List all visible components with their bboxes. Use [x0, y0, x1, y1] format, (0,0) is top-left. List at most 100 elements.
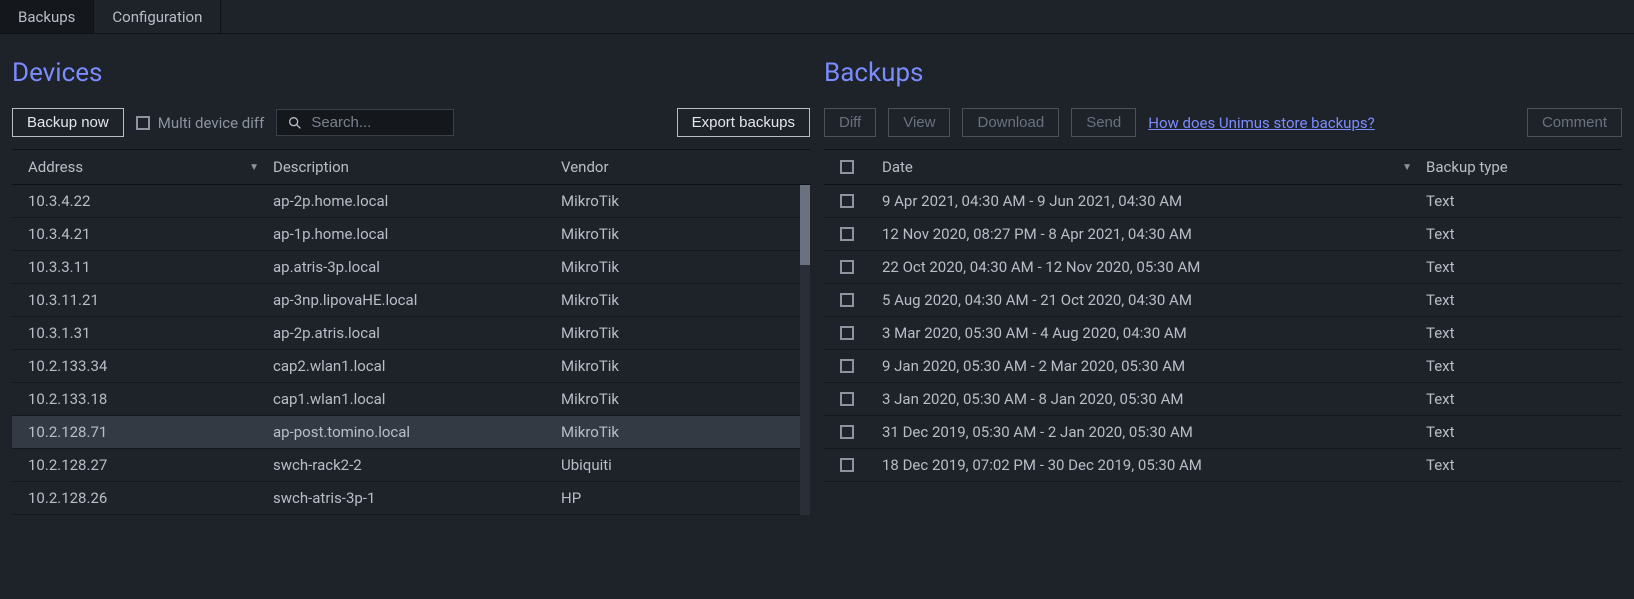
- tab-configuration[interactable]: Configuration: [94, 0, 221, 33]
- sort-indicator-icon: ▼: [249, 162, 259, 173]
- cell-address: 10.3.3.11: [28, 258, 273, 276]
- view-button[interactable]: View: [888, 108, 950, 137]
- table-row[interactable]: 31 Dec 2019, 05:30 AM - 2 Jan 2020, 05:3…: [824, 416, 1622, 449]
- table-row[interactable]: 10.2.128.26swch-atris-3p-1HP: [12, 482, 810, 515]
- col-date[interactable]: Date: [882, 158, 913, 176]
- sort-indicator-icon: ▼: [1402, 162, 1412, 173]
- table-row[interactable]: 10.3.3.11ap.atris-3p.localMikroTik: [12, 251, 810, 284]
- cell-address: 10.3.4.22: [28, 192, 273, 210]
- row-checkbox[interactable]: [840, 392, 854, 406]
- cell-address: 10.3.11.21: [28, 291, 273, 309]
- cell-vendor: MikroTik: [561, 225, 794, 243]
- cell-address: 10.3.1.31: [28, 324, 273, 342]
- backups-title: Backups: [824, 34, 1622, 108]
- cell-backup-type: Text: [1426, 225, 1606, 243]
- cell-checkbox: [840, 260, 882, 274]
- table-row[interactable]: 12 Nov 2020, 08:27 PM - 8 Apr 2021, 04:3…: [824, 218, 1622, 251]
- cell-vendor: MikroTik: [561, 357, 794, 375]
- table-row[interactable]: 10.2.128.71ap-post.tomino.localMikroTik: [12, 416, 810, 449]
- cell-address: 10.3.4.21: [28, 225, 273, 243]
- cell-address: 10.2.128.26: [28, 489, 273, 507]
- cell-backup-type: Text: [1426, 291, 1606, 309]
- backups-panel: Backups Diff View Download Send How does…: [824, 34, 1622, 515]
- tab-backups[interactable]: Backups: [0, 0, 94, 33]
- scroll-thumb[interactable]: [800, 185, 810, 265]
- table-row[interactable]: 3 Mar 2020, 05:30 AM - 4 Aug 2020, 04:30…: [824, 317, 1622, 350]
- col-description[interactable]: Description: [273, 158, 561, 176]
- download-button[interactable]: Download: [962, 108, 1059, 137]
- search-input-wrap[interactable]: [276, 109, 454, 136]
- cell-date: 22 Oct 2020, 04:30 AM - 12 Nov 2020, 05:…: [882, 258, 1426, 276]
- row-checkbox[interactable]: [840, 227, 854, 241]
- cell-description: ap-post.tomino.local: [273, 423, 561, 441]
- cell-backup-type: Text: [1426, 192, 1606, 210]
- comment-button[interactable]: Comment: [1527, 108, 1622, 137]
- table-row[interactable]: 9 Jan 2020, 05:30 AM - 2 Mar 2020, 05:30…: [824, 350, 1622, 383]
- cell-description: cap1.wlan1.local: [273, 390, 561, 408]
- table-row[interactable]: 10.3.4.21ap-1p.home.localMikroTik: [12, 218, 810, 251]
- devices-scrollbar[interactable]: [800, 185, 810, 515]
- table-row[interactable]: 10.2.128.27swch-rack2-2Ubiquiti: [12, 449, 810, 482]
- backups-table-body: 9 Apr 2021, 04:30 AM - 9 Jun 2021, 04:30…: [824, 185, 1622, 482]
- cell-description: swch-rack2-2: [273, 456, 561, 474]
- row-checkbox[interactable]: [840, 458, 854, 472]
- table-row[interactable]: 10.3.1.31ap-2p.atris.localMikroTik: [12, 317, 810, 350]
- table-row[interactable]: 10.2.133.18cap1.wlan1.localMikroTik: [12, 383, 810, 416]
- row-checkbox[interactable]: [840, 260, 854, 274]
- cell-description: cap2.wlan1.local: [273, 357, 561, 375]
- send-button[interactable]: Send: [1071, 108, 1136, 137]
- cell-date: 9 Apr 2021, 04:30 AM - 9 Jun 2021, 04:30…: [882, 192, 1426, 210]
- cell-date: 12 Nov 2020, 08:27 PM - 8 Apr 2021, 04:3…: [882, 225, 1426, 243]
- cell-backup-type: Text: [1426, 423, 1606, 441]
- cell-checkbox: [840, 359, 882, 373]
- cell-description: ap-1p.home.local: [273, 225, 561, 243]
- col-vendor[interactable]: Vendor: [561, 158, 794, 176]
- row-checkbox[interactable]: [840, 359, 854, 373]
- cell-backup-type: Text: [1426, 357, 1606, 375]
- table-row[interactable]: 3 Jan 2020, 05:30 AM - 8 Jan 2020, 05:30…: [824, 383, 1622, 416]
- cell-backup-type: Text: [1426, 456, 1606, 474]
- table-row[interactable]: 10.3.4.22ap-2p.home.localMikroTik: [12, 185, 810, 218]
- search-input[interactable]: [311, 114, 443, 131]
- cell-description: ap-2p.home.local: [273, 192, 561, 210]
- cell-vendor: HP: [561, 489, 794, 507]
- multi-device-diff-toggle[interactable]: Multi device diff: [136, 114, 265, 132]
- help-link[interactable]: How does Unimus store backups?: [1148, 114, 1374, 132]
- col-address[interactable]: Address: [28, 158, 83, 176]
- tab-bar: Backups Configuration: [0, 0, 1634, 34]
- cell-checkbox: [840, 392, 882, 406]
- cell-backup-type: Text: [1426, 324, 1606, 342]
- backups-table-header: Date ▼ Backup type: [824, 149, 1622, 185]
- cell-date: 5 Aug 2020, 04:30 AM - 21 Oct 2020, 04:3…: [882, 291, 1426, 309]
- table-row[interactable]: 18 Dec 2019, 07:02 PM - 30 Dec 2019, 05:…: [824, 449, 1622, 482]
- cell-vendor: MikroTik: [561, 192, 794, 210]
- devices-table-body: 10.3.4.22ap-2p.home.localMikroTik10.3.4.…: [12, 185, 810, 515]
- table-row[interactable]: 9 Apr 2021, 04:30 AM - 9 Jun 2021, 04:30…: [824, 185, 1622, 218]
- export-backups-button[interactable]: Export backups: [677, 108, 810, 137]
- table-row[interactable]: 22 Oct 2020, 04:30 AM - 12 Nov 2020, 05:…: [824, 251, 1622, 284]
- table-row[interactable]: 10.3.11.21ap-3np.lipovaHE.localMikroTik: [12, 284, 810, 317]
- devices-table-header: Address ▼ Description Vendor: [12, 149, 810, 185]
- cell-description: ap-3np.lipovaHE.local: [273, 291, 561, 309]
- devices-panel: Devices Backup now Multi device diff Exp…: [12, 34, 810, 515]
- cell-vendor: Ubiquiti: [561, 456, 794, 474]
- row-checkbox[interactable]: [840, 326, 854, 340]
- cell-address: 10.2.133.34: [28, 357, 273, 375]
- diff-button[interactable]: Diff: [824, 108, 876, 137]
- backups-toolbar: Diff View Download Send How does Unimus …: [824, 108, 1622, 149]
- cell-date: 18 Dec 2019, 07:02 PM - 30 Dec 2019, 05:…: [882, 456, 1426, 474]
- cell-checkbox: [840, 293, 882, 307]
- col-backup-type[interactable]: Backup type: [1426, 158, 1606, 176]
- cell-checkbox: [840, 425, 882, 439]
- table-row[interactable]: 10.2.133.34cap2.wlan1.localMikroTik: [12, 350, 810, 383]
- devices-table: Address ▼ Description Vendor 10.3.4.22ap…: [12, 149, 810, 515]
- table-row[interactable]: 5 Aug 2020, 04:30 AM - 21 Oct 2020, 04:3…: [824, 284, 1622, 317]
- row-checkbox[interactable]: [840, 293, 854, 307]
- backup-now-button[interactable]: Backup now: [12, 108, 124, 137]
- row-checkbox[interactable]: [840, 425, 854, 439]
- cell-address: 10.2.128.27: [28, 456, 273, 474]
- checkbox-icon: [136, 116, 150, 130]
- cell-date: 9 Jan 2020, 05:30 AM - 2 Mar 2020, 05:30…: [882, 357, 1426, 375]
- select-all-checkbox[interactable]: [840, 160, 854, 174]
- row-checkbox[interactable]: [840, 194, 854, 208]
